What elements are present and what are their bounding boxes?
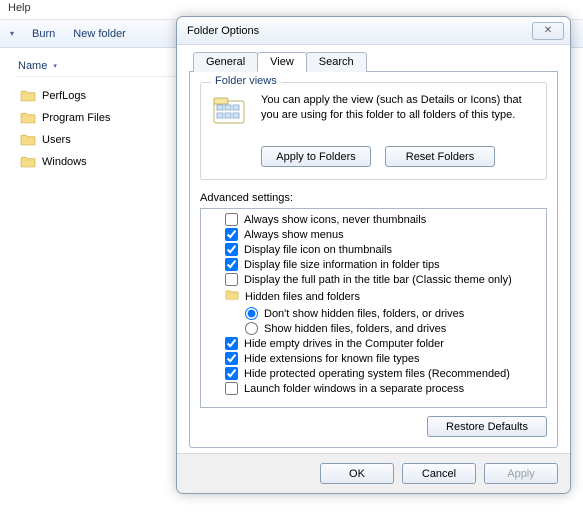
folder-icon bbox=[20, 132, 36, 148]
reset-folders-button[interactable]: Reset Folders bbox=[385, 146, 495, 167]
folder-views-icon bbox=[211, 93, 251, 136]
advanced-item-label: Launch folder windows in a separate proc… bbox=[244, 383, 464, 395]
radio[interactable] bbox=[245, 322, 258, 335]
menu-help[interactable]: Help bbox=[8, 2, 31, 14]
tab-search[interactable]: Search bbox=[306, 52, 367, 72]
checkbox[interactable] bbox=[225, 213, 238, 226]
folder-options-dialog: Folder Options ✕ General View Search Fol… bbox=[176, 16, 571, 494]
list-item-label: PerfLogs bbox=[42, 90, 86, 102]
advanced-item[interactable]: Display file size information in folder … bbox=[203, 257, 544, 272]
advanced-item-label: Hide empty drives in the Computer folder bbox=[244, 338, 444, 350]
restore-defaults-button[interactable]: Restore Defaults bbox=[427, 416, 547, 437]
dialog-footer: OK Cancel Apply bbox=[177, 453, 570, 493]
advanced-item-label: Display file icon on thumbnails bbox=[244, 244, 392, 256]
checkbox[interactable] bbox=[225, 258, 238, 271]
advanced-item[interactable]: Always show icons, never thumbnails bbox=[203, 212, 544, 227]
advanced-item[interactable]: Show hidden files, folders, and drives bbox=[203, 321, 544, 336]
tabstrip: General View Search bbox=[189, 51, 558, 72]
checkbox[interactable] bbox=[225, 273, 238, 286]
folder-views-text: You can apply the view (such as Details … bbox=[261, 93, 536, 136]
dialog-title: Folder Options bbox=[187, 25, 259, 37]
column-name-label: Name bbox=[18, 60, 47, 72]
advanced-item-label: Hide extensions for known file types bbox=[244, 353, 419, 365]
dialog-body: General View Search Folder views bbox=[177, 45, 570, 458]
advanced-item[interactable]: Display the full path in the title bar (… bbox=[203, 272, 544, 287]
ok-button[interactable]: OK bbox=[320, 463, 394, 484]
advanced-item-label: Hide protected operating system files (R… bbox=[244, 368, 510, 380]
folder-icon bbox=[20, 110, 36, 126]
radio[interactable] bbox=[245, 307, 258, 320]
advanced-item[interactable]: Launch folder windows in a separate proc… bbox=[203, 381, 544, 396]
toolbar-burn[interactable]: Burn bbox=[32, 28, 55, 40]
checkbox[interactable] bbox=[225, 337, 238, 350]
close-icon: ✕ bbox=[544, 25, 552, 36]
checkbox[interactable] bbox=[225, 228, 238, 241]
close-button[interactable]: ✕ bbox=[532, 22, 564, 40]
folder-views-legend: Folder views bbox=[211, 75, 281, 87]
apply-button[interactable]: Apply bbox=[484, 463, 558, 484]
toolbar-dropdown[interactable]: ​▾ bbox=[8, 28, 14, 40]
list-item-label: Windows bbox=[42, 156, 87, 168]
folder-icon bbox=[225, 288, 239, 305]
advanced-item-label: Always show menus bbox=[244, 229, 344, 241]
folder-views-group: Folder views bbox=[200, 82, 547, 180]
chevron-down-icon: ▾ bbox=[53, 62, 57, 70]
advanced-settings-box: Always show icons, never thumbnails Alway… bbox=[200, 208, 547, 408]
advanced-item-label: Display file size information in folder … bbox=[244, 259, 440, 271]
checkbox[interactable] bbox=[225, 367, 238, 380]
checkbox[interactable] bbox=[225, 243, 238, 256]
list-item-label: Program Files bbox=[42, 112, 110, 124]
advanced-item-label: Display the full path in the title bar (… bbox=[244, 274, 512, 286]
folder-icon bbox=[20, 88, 36, 104]
chevron-down-icon: ▾ bbox=[10, 29, 14, 38]
advanced-item-label: Hidden files and folders bbox=[245, 291, 360, 303]
advanced-item[interactable]: Don't show hidden files, folders, or dri… bbox=[203, 306, 544, 321]
toolbar-new-folder[interactable]: New folder bbox=[73, 28, 126, 40]
tab-page-view: Folder views bbox=[189, 72, 558, 448]
checkbox[interactable] bbox=[225, 352, 238, 365]
advanced-settings-label: Advanced settings: bbox=[200, 192, 547, 204]
advanced-item[interactable]: Hide extensions for known file types bbox=[203, 351, 544, 366]
apply-to-folders-button[interactable]: Apply to Folders bbox=[261, 146, 371, 167]
advanced-item[interactable]: Hide empty drives in the Computer folder bbox=[203, 336, 544, 351]
advanced-item[interactable]: Display file icon on thumbnails bbox=[203, 242, 544, 257]
folder-icon bbox=[20, 154, 36, 170]
tab-general[interactable]: General bbox=[193, 52, 258, 72]
cancel-button[interactable]: Cancel bbox=[402, 463, 476, 484]
advanced-settings-scroll[interactable]: Always show icons, never thumbnails Alway… bbox=[201, 209, 546, 407]
advanced-item-label: Always show icons, never thumbnails bbox=[244, 214, 426, 226]
tab-view[interactable]: View bbox=[257, 52, 307, 72]
advanced-item[interactable]: Always show menus bbox=[203, 227, 544, 242]
checkbox[interactable] bbox=[225, 382, 238, 395]
dialog-titlebar: Folder Options ✕ bbox=[177, 17, 570, 45]
advanced-item-label: Don't show hidden files, folders, or dri… bbox=[264, 308, 464, 320]
list-item-label: Users bbox=[42, 134, 71, 146]
advanced-item-label: Show hidden files, folders, and drives bbox=[264, 323, 446, 335]
advanced-item[interactable]: Hide protected operating system files (R… bbox=[203, 366, 544, 381]
advanced-item: Hidden files and folders bbox=[203, 287, 544, 306]
